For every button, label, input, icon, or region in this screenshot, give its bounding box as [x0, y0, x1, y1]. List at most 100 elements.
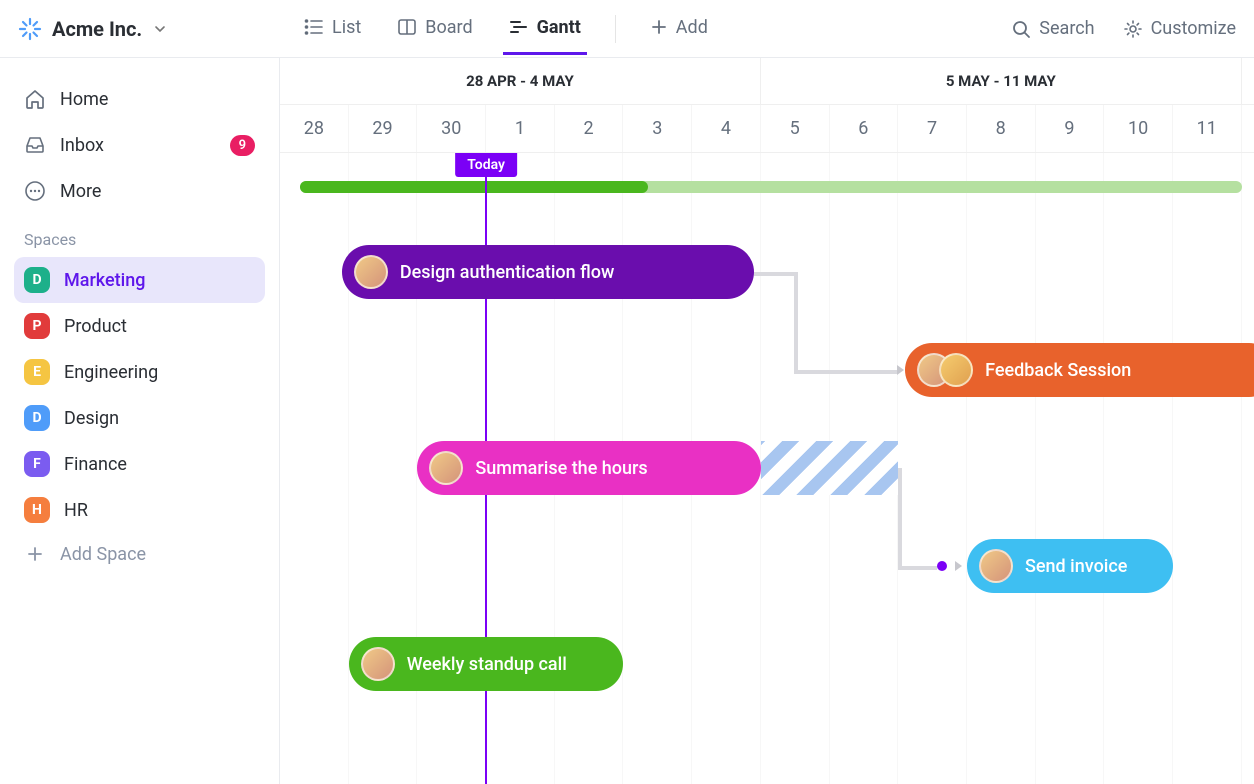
avatar	[939, 353, 973, 387]
nav-more[interactable]: More	[14, 168, 265, 214]
topbar: Acme Inc. List Board Gantt Add Search	[0, 0, 1254, 58]
sidebar-space-marketing[interactable]: D Marketing	[14, 257, 265, 303]
view-tab-gantt[interactable]: Gantt	[503, 3, 587, 55]
dependency-arrow	[897, 365, 904, 375]
sidebar-space-design[interactable]: D Design	[14, 395, 265, 441]
add-view-label: Add	[676, 17, 708, 38]
gantt-icon	[509, 17, 529, 37]
space-label: HR	[64, 500, 88, 521]
task-bar[interactable]: Send invoice	[967, 539, 1173, 593]
nav-label: More	[60, 181, 101, 202]
avatar	[979, 549, 1013, 583]
avatar-stack	[917, 353, 973, 387]
avatar	[429, 451, 463, 485]
day-header: 29	[349, 105, 418, 152]
space-label: Design	[64, 408, 119, 429]
space-badge: D	[24, 267, 50, 293]
dependency-line	[754, 272, 794, 276]
customize-button[interactable]: Customize	[1123, 18, 1236, 39]
gantt-body[interactable]: Today Design authentication flow Feedback …	[280, 153, 1254, 784]
view-tab-label: Board	[425, 17, 472, 38]
day-header: 1	[486, 105, 555, 152]
task-label: Weekly standup call	[407, 654, 567, 675]
day-header: 2	[555, 105, 624, 152]
dependency-line	[898, 468, 902, 566]
task-buffer	[761, 441, 898, 495]
nav-inbox[interactable]: Inbox 9	[14, 122, 265, 168]
view-tab-list[interactable]: List	[298, 3, 367, 55]
view-tab-label: Gantt	[537, 17, 581, 38]
search-button[interactable]: Search	[1011, 18, 1094, 39]
sidebar-space-engineering[interactable]: EEngineering	[14, 349, 265, 395]
grid-column	[967, 153, 1036, 784]
day-header: 30	[417, 105, 486, 152]
home-icon	[24, 88, 46, 110]
workspace-switcher[interactable]: Acme Inc.	[18, 17, 278, 41]
sidebar-space-hr[interactable]: H HR	[14, 487, 265, 533]
nav-label: Home	[60, 89, 108, 110]
day-header: 9	[1036, 105, 1105, 152]
task-label: Design authentication flow	[400, 262, 615, 283]
gantt-area: 28 APR - 4 MAY5 MAY - 11 MAY 28293012345…	[280, 58, 1254, 784]
gantt-header: 28 APR - 4 MAY5 MAY - 11 MAY 28293012345…	[280, 58, 1254, 153]
sidebar-space-product[interactable]: P Product	[14, 303, 265, 349]
plus-icon	[24, 543, 46, 565]
add-view-button[interactable]: Add	[644, 3, 714, 55]
grid-column	[1173, 153, 1242, 784]
divider	[615, 15, 616, 43]
board-icon	[397, 17, 417, 37]
day-header: 8	[967, 105, 1036, 152]
space-badge: F	[24, 451, 50, 477]
dependency-arrow	[955, 561, 962, 571]
week-header: 28 APR - 4 MAY	[280, 58, 761, 104]
space-label: Engineering	[64, 362, 158, 383]
inbox-badge: 9	[230, 135, 255, 156]
day-header: 3	[623, 105, 692, 152]
space-badge: H	[24, 497, 50, 523]
progress-fill	[300, 181, 648, 193]
grid-column	[1036, 153, 1105, 784]
grid-column	[280, 153, 349, 784]
view-tab-board[interactable]: Board	[391, 3, 478, 55]
grid-column	[1104, 153, 1173, 784]
view-switcher: List Board Gantt Add	[298, 3, 714, 55]
view-tab-label: List	[332, 17, 361, 38]
task-bar[interactable]: Feedback Session	[905, 343, 1254, 397]
task-bar[interactable]: Weekly standup call	[349, 637, 624, 691]
space-badge: P	[24, 313, 50, 339]
day-header: 10	[1104, 105, 1173, 152]
sidebar: Home Inbox 9 More Spaces DMarketingPProd…	[0, 58, 280, 784]
workspace-logo-icon	[18, 17, 42, 41]
space-label: Product	[64, 316, 127, 337]
grid-column	[898, 153, 967, 784]
task-label: Feedback Session	[985, 360, 1131, 381]
main: Home Inbox 9 More Spaces DMarketingPProd…	[0, 58, 1254, 784]
task-bar[interactable]: Design authentication flow	[342, 245, 754, 299]
today-label: Today	[455, 153, 517, 177]
week-header: 5 MAY - 11 MAY	[761, 58, 1242, 104]
dependency-line	[794, 272, 798, 370]
space-badge: D	[24, 405, 50, 431]
search-label: Search	[1039, 18, 1094, 39]
task-bar[interactable]: Summarise the hours	[417, 441, 761, 495]
space-label: Marketing	[64, 270, 145, 291]
add-space-label: Add Space	[60, 544, 146, 565]
inbox-icon	[24, 134, 46, 156]
plus-icon	[650, 18, 668, 36]
day-header: 4	[692, 105, 761, 152]
add-space-button[interactable]: Add Space	[14, 533, 265, 575]
day-row: 2829301234567891011	[280, 105, 1254, 152]
workspace-name: Acme Inc.	[52, 17, 142, 41]
list-icon	[304, 17, 324, 37]
customize-label: Customize	[1151, 18, 1236, 39]
day-header: 6	[830, 105, 899, 152]
sidebar-space-finance[interactable]: FFinance	[14, 441, 265, 487]
day-header: 28	[280, 105, 349, 152]
dependency-line	[898, 566, 937, 570]
day-header: 11	[1173, 105, 1242, 152]
nav-home[interactable]: Home	[14, 76, 265, 122]
avatar	[354, 255, 388, 289]
week-row: 28 APR - 4 MAY5 MAY - 11 MAY	[280, 58, 1254, 105]
dependency-line	[794, 370, 897, 374]
task-label: Send invoice	[1025, 556, 1127, 577]
